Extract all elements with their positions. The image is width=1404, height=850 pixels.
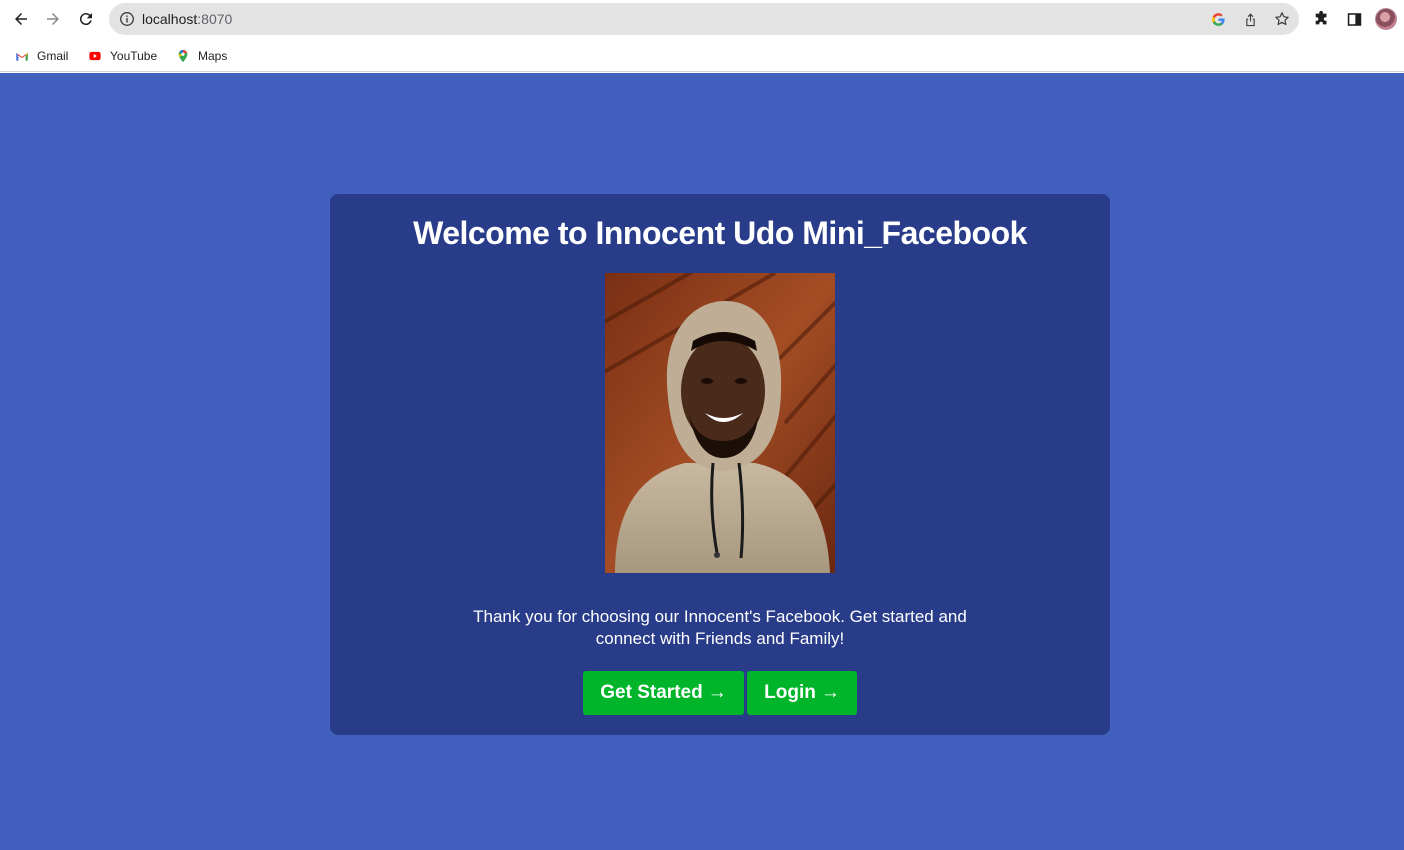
url-text[interactable]: localhost:8070	[142, 11, 232, 27]
forward-arrow-icon	[47, 13, 59, 25]
bookmark-label: Maps	[198, 49, 228, 63]
back-arrow-icon	[15, 13, 27, 25]
page-title: Welcome to Innocent Udo Mini_Facebook	[413, 215, 1027, 251]
address-bar[interactable]: localhost:8070	[109, 3, 1299, 35]
maps-icon	[175, 48, 191, 64]
welcome-description: Thank you for choosing our Innocent's Fa…	[473, 607, 967, 648]
profile-avatar[interactable]	[1375, 8, 1397, 30]
bookmark-maps[interactable]: Maps	[175, 48, 227, 64]
url-host: localhost	[142, 11, 198, 27]
bookmark-gmail[interactable]: Gmail	[14, 48, 68, 64]
bookmark-star-icon[interactable]	[1274, 11, 1290, 27]
reload-icon	[79, 13, 92, 26]
bookmark-youtube[interactable]: YouTube	[87, 48, 157, 64]
get-started-button[interactable]: Get Started →	[583, 671, 744, 715]
gmail-icon	[14, 48, 30, 64]
side-panel-icon[interactable]	[1344, 9, 1364, 29]
share-icon[interactable]	[1242, 11, 1258, 27]
login-button[interactable]: Login →	[747, 671, 857, 715]
bookmark-label: YouTube	[110, 49, 158, 63]
person-photo-illustration	[605, 273, 835, 573]
reload-button[interactable]	[74, 7, 98, 31]
bookmarks-bar: Gmail YouTube Maps	[0, 38, 1404, 72]
google-icon[interactable]	[1210, 11, 1226, 27]
bookmark-label: Gmail	[37, 49, 69, 63]
back-button[interactable]	[9, 7, 33, 31]
arrow-right-icon: →	[707, 682, 727, 703]
browser-toolbar: localhost:8070	[0, 0, 1404, 38]
login-label: Login	[764, 682, 816, 703]
arrow-right-icon: →	[820, 682, 840, 703]
page-background: Welcome to Innocent Udo Mini_Facebook Th…	[0, 73, 1404, 850]
get-started-label: Get Started	[600, 682, 703, 703]
site-info-icon[interactable]	[119, 11, 135, 27]
extensions-icon[interactable]	[1312, 9, 1332, 29]
welcome-card: Welcome to Innocent Udo Mini_Facebook Th…	[330, 194, 1110, 735]
forward-button[interactable]	[41, 7, 65, 31]
url-port: :8070	[197, 11, 233, 27]
profile-photo	[605, 273, 835, 573]
youtube-icon	[87, 48, 103, 64]
